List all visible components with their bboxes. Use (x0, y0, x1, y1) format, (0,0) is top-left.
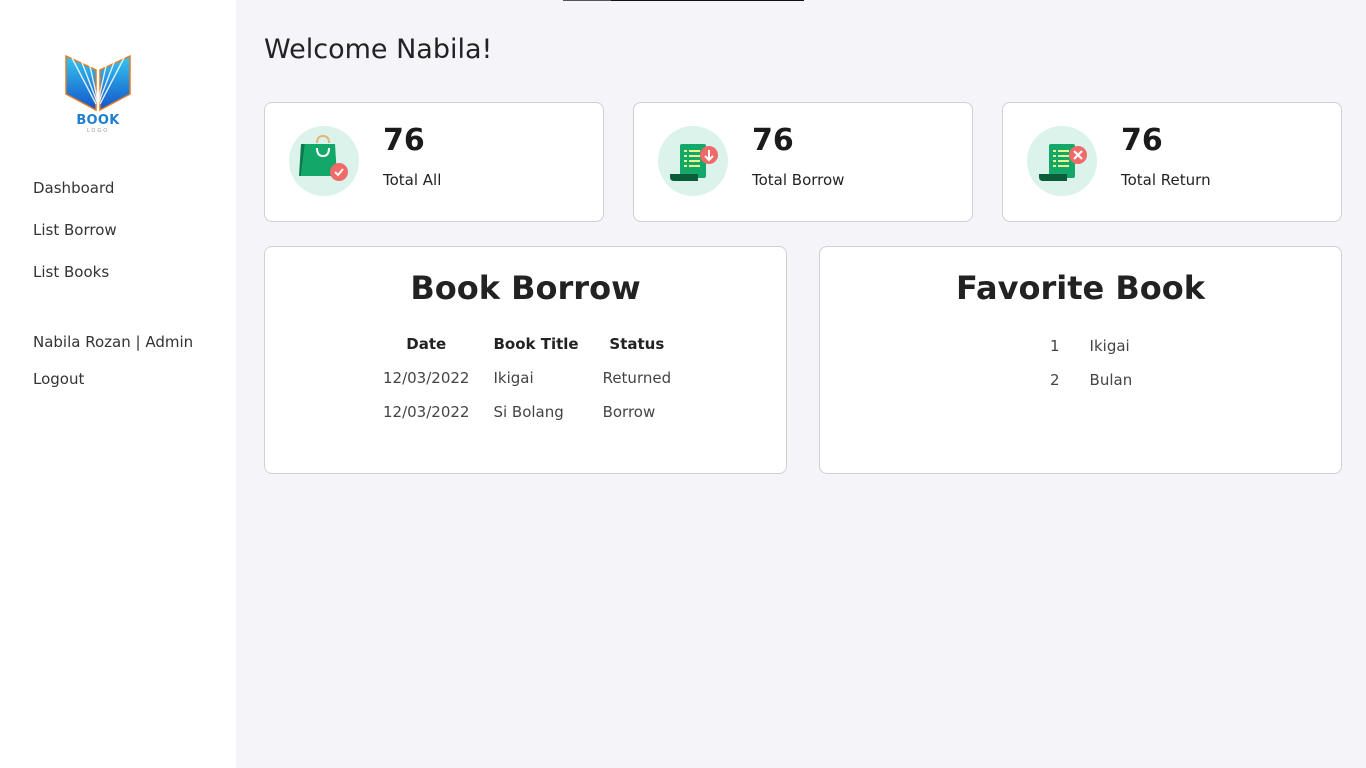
shopping-bag-check-icon (289, 126, 359, 196)
sidebar-item-list-borrow[interactable]: List Borrow (33, 221, 117, 239)
stat-value: 76 (383, 123, 425, 158)
book-borrow-panel: Book Borrow Date Book Title Status 12/03… (264, 246, 787, 474)
panel-title: Book Borrow (410, 269, 641, 307)
cell-book-title: Si Bolang (493, 403, 564, 421)
top-progress-line (563, 0, 804, 1)
logout-link[interactable]: Logout (33, 370, 84, 388)
book-borrow-table: Date Book Title Status 12/03/2022 Ikigai… (371, 335, 683, 437)
column-header-status: Status (609, 335, 665, 353)
receipt-cancel-icon (1027, 126, 1097, 196)
favorite-book-panel: Favorite Book 1 Ikigai 2 Bulan (819, 246, 1342, 474)
panel-title: Favorite Book (956, 269, 1205, 307)
table-row: 12/03/2022 Ikigai Returned (371, 369, 683, 403)
stat-card-total-all: 76 Total All (264, 102, 604, 222)
sidebar: BOOK LOGO Dashboard List Borrow List Boo… (0, 0, 236, 768)
stat-value: 76 (752, 123, 794, 158)
stat-value: 76 (1121, 123, 1163, 158)
stat-label: Total Return (1121, 171, 1211, 189)
open-book-icon (65, 42, 131, 112)
sidebar-item-dashboard[interactable]: Dashboard (33, 179, 114, 197)
favorite-book-list: 1 Ikigai 2 Bulan (1040, 337, 1142, 405)
logo-subtext: LOGO (86, 128, 110, 134)
book-logo[interactable]: BOOK LOGO (60, 40, 136, 136)
receipt-download-icon (658, 126, 728, 196)
cell-book-title: Ikigai (493, 369, 534, 387)
cell-date: 12/03/2022 (383, 369, 470, 387)
cell-date: 12/03/2022 (383, 403, 470, 421)
rank-number: 1 (1050, 337, 1060, 355)
page-title: Welcome Nabila! (264, 34, 493, 65)
cell-status: Returned (602, 369, 672, 387)
list-item: 2 Bulan (1040, 371, 1142, 405)
table-header-row: Date Book Title Status (371, 335, 683, 369)
book-title: Bulan (1089, 371, 1133, 389)
cell-status: Borrow (602, 403, 656, 421)
stat-card-total-return: 76 Total Return (1002, 102, 1342, 222)
logo-text: BOOK (76, 113, 120, 128)
stat-label: Total All (383, 171, 442, 189)
book-title: Ikigai (1089, 337, 1130, 355)
user-profile-link[interactable]: Nabila Rozan | Admin (33, 333, 193, 351)
rank-number: 2 (1050, 371, 1060, 389)
stat-card-total-borrow: 76 Total Borrow (633, 102, 973, 222)
list-item: 1 Ikigai (1040, 337, 1142, 371)
sidebar-item-list-books[interactable]: List Books (33, 263, 109, 281)
column-header-date: Date (406, 335, 447, 353)
column-header-book-title: Book Title (493, 335, 579, 353)
stat-label: Total Borrow (752, 171, 845, 189)
table-row: 12/03/2022 Si Bolang Borrow (371, 403, 683, 437)
